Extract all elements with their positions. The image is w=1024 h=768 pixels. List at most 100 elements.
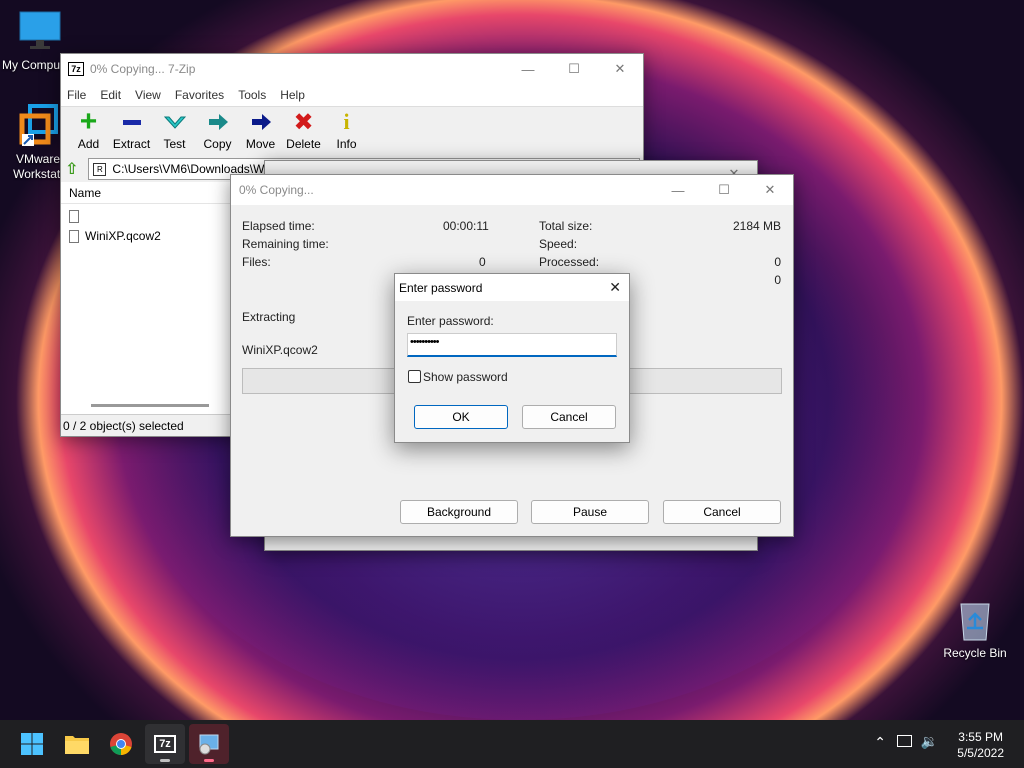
list-item[interactable]: [61, 206, 231, 226]
close-icon[interactable]: ✕: [609, 279, 621, 296]
menu-file[interactable]: File: [67, 88, 86, 102]
chrome-icon: [110, 733, 132, 755]
total-size-value: 2184 MB: [732, 219, 781, 233]
list-item[interactable]: WiniXP.qcow2: [61, 226, 231, 246]
cancel-button[interactable]: Cancel: [663, 500, 781, 524]
7zip-icon: 7z: [154, 735, 176, 753]
menu-edit[interactable]: Edit: [100, 88, 121, 102]
monitor-icon: [18, 10, 62, 54]
password-titlebar[interactable]: Enter password ✕: [395, 274, 629, 301]
close-icon[interactable]: ✕: [597, 54, 643, 84]
test-button[interactable]: Test: [153, 107, 196, 156]
delete-x-icon: ✖: [293, 108, 314, 136]
plus-icon: +: [79, 105, 98, 138]
chrome-button[interactable]: [101, 724, 141, 764]
info-label: Info: [336, 137, 357, 151]
dialog-title: Enter password: [399, 280, 483, 295]
speaker-icon[interactable]: 🔉: [921, 733, 938, 750]
total-size-label: Total size:: [539, 219, 593, 233]
horizontal-scrollbar[interactable]: [91, 404, 209, 407]
7zip-taskbar-button[interactable]: 7z: [145, 724, 185, 764]
add-label: Add: [77, 137, 100, 151]
copy-button[interactable]: Copy: [196, 107, 239, 156]
menu-tools[interactable]: Tools: [238, 88, 266, 102]
folder-icon: [65, 736, 89, 754]
desktop-icon-label: VMware Workstati: [13, 152, 63, 181]
taskbar: 7z ⌃ 🔉 3:55 PM 5/5/2022: [0, 720, 1024, 768]
vmware-taskbar-button[interactable]: [189, 724, 229, 764]
close-icon[interactable]: ✕: [747, 175, 793, 205]
file-icon: [69, 209, 79, 223]
archive-icon: R: [93, 162, 107, 176]
cancel-button[interactable]: Cancel: [522, 405, 616, 429]
file-name: WiniXP.qcow2: [85, 229, 161, 243]
menu-favorites[interactable]: Favorites: [175, 88, 224, 102]
ok-button[interactable]: OK: [414, 405, 508, 429]
move-button[interactable]: Move: [239, 107, 282, 156]
files-value: 0: [479, 255, 486, 269]
processed-label: Processed:: [539, 255, 600, 269]
desktop-icon-recycle-bin[interactable]: Recycle Bin: [935, 598, 1015, 660]
action-label: Extracting: [242, 310, 296, 324]
move-arrow-icon: [249, 110, 273, 134]
delete-button[interactable]: ✖ Delete: [282, 107, 325, 156]
clock-time: 3:55 PM: [958, 730, 1003, 744]
pause-button[interactable]: Pause: [531, 500, 649, 524]
clock[interactable]: 3:55 PM 5/5/2022: [957, 729, 1004, 761]
start-button[interactable]: [12, 724, 52, 764]
active-indicator: [160, 759, 170, 762]
minimize-icon[interactable]: —: [505, 54, 551, 84]
files-label: Files:: [242, 255, 271, 269]
check-icon: [163, 110, 187, 134]
window-title: 0% Copying... 7-Zip: [90, 62, 196, 76]
add-button[interactable]: + Add: [67, 107, 110, 156]
show-password-label[interactable]: Show password: [423, 370, 508, 384]
chevron-up-icon[interactable]: ⌃: [874, 734, 886, 751]
extract-label: Extract: [112, 137, 151, 151]
processed-value: 0: [774, 255, 781, 269]
current-file-label: WiniXP.qcow2: [242, 343, 318, 357]
file-explorer-button[interactable]: [57, 724, 97, 764]
elapsed-value: 00:00:11: [443, 219, 489, 233]
copy-label: Copy: [203, 137, 232, 151]
file-icon: [69, 229, 79, 243]
extra-value: 0: [774, 273, 781, 287]
password-dialog[interactable]: Enter password ✕ Enter password: •••••••…: [394, 273, 630, 443]
elapsed-label: Elapsed time:: [242, 219, 315, 233]
vm-app-icon: [199, 734, 219, 755]
info-button[interactable]: i Info: [325, 107, 368, 156]
password-prompt: Enter password:: [407, 314, 494, 328]
active-indicator: [204, 759, 214, 762]
delete-label: Delete: [286, 137, 321, 151]
background-button[interactable]: Background: [400, 500, 518, 524]
minimize-icon[interactable]: —: [655, 175, 701, 205]
up-folder-icon[interactable]: ⇧: [65, 159, 78, 179]
maximize-icon[interactable]: ☐: [701, 175, 747, 205]
menu-view[interactable]: View: [135, 88, 161, 102]
maximize-icon[interactable]: ☐: [551, 54, 597, 84]
menu-help[interactable]: Help: [280, 88, 305, 102]
move-label: Move: [245, 137, 276, 151]
speed-label: Speed:: [539, 237, 578, 251]
7zip-app-icon: 7z: [68, 62, 84, 76]
file-list: Name WiniXP.qcow2: [61, 182, 231, 410]
copy-arrow-icon: [206, 110, 230, 134]
column-header-name[interactable]: Name: [61, 182, 231, 204]
menubar: File Edit View Favorites Tools Help: [61, 84, 643, 106]
desktop-icon-label: Recycle Bin: [943, 646, 1007, 660]
progress-titlebar[interactable]: 0% Copying... — ☐ ✕: [231, 175, 793, 205]
test-label: Test: [163, 137, 186, 151]
show-password-checkbox[interactable]: [408, 370, 421, 383]
window-title: 0% Copying...: [239, 183, 314, 197]
vmware-icon: [18, 104, 62, 148]
extract-button[interactable]: Extract: [110, 107, 153, 156]
info-icon: i: [343, 109, 350, 134]
password-input[interactable]: ••••••••••: [407, 333, 617, 357]
zip-titlebar[interactable]: 7z 0% Copying... 7-Zip — ☐ ✕: [61, 54, 643, 84]
network-icon[interactable]: [897, 735, 912, 747]
minus-icon: [120, 110, 144, 134]
recycle-bin-icon: [953, 598, 997, 642]
toolbar: + Add Extract Test Copy Move ✖ Delete i …: [61, 106, 643, 156]
remaining-label: Remaining time:: [242, 237, 329, 251]
windows-logo-icon: [21, 733, 43, 755]
